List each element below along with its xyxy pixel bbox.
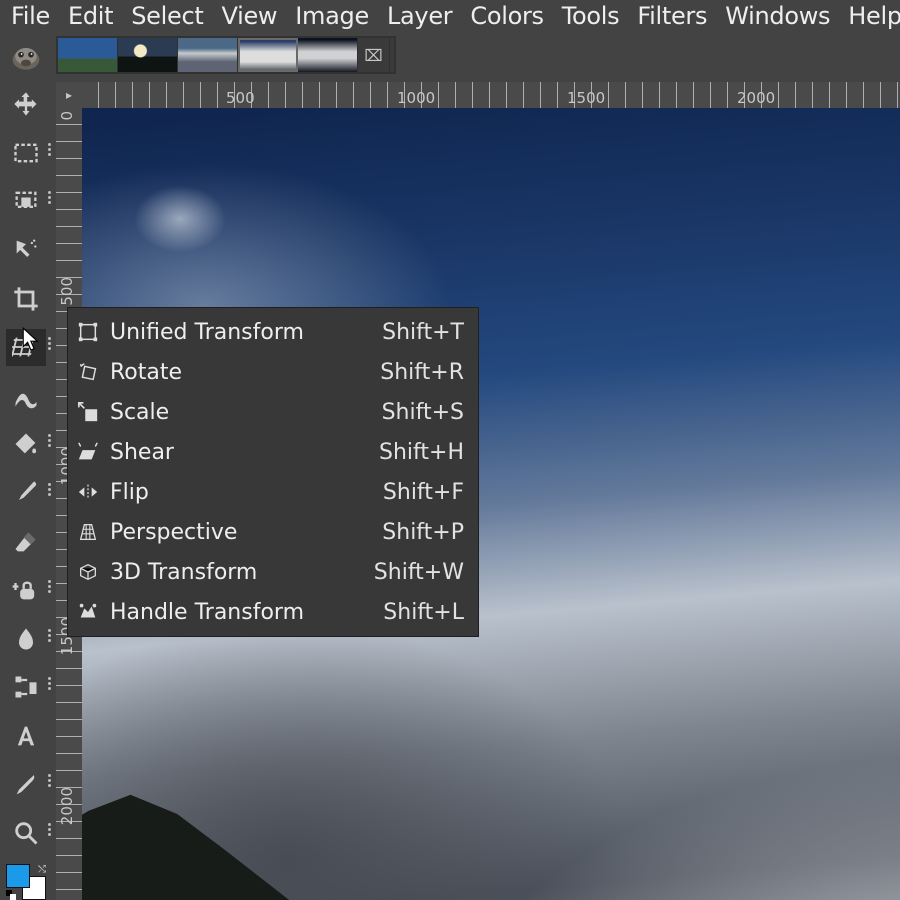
tool-paintbrush[interactable] (6, 475, 46, 512)
menu-filters[interactable]: Filters (628, 0, 716, 33)
tool-text[interactable] (6, 718, 46, 755)
tool-rect-select[interactable] (6, 135, 46, 172)
close-tab-button[interactable]: ⌧ (358, 38, 390, 72)
menu-item-label: Flip (110, 480, 375, 505)
document-tab-4[interactable] (238, 38, 298, 72)
menu-item-label: 3D Transform (110, 560, 366, 585)
menu-item-accel: Shift+S (382, 400, 464, 425)
menu-help[interactable]: Help (839, 0, 900, 33)
menu-item-scale[interactable]: Scale Shift+S (68, 392, 478, 432)
scale-icon (74, 398, 102, 426)
transform-tools-menu: Unified Transform Shift+T Rotate Shift+R… (67, 307, 479, 637)
menu-item-label: Shear (110, 440, 371, 465)
tool-move[interactable] (6, 86, 46, 123)
menu-item-accel: Shift+H (379, 440, 464, 465)
ruler-h-label: 1500 (567, 89, 605, 107)
toolbox: ⤭ (0, 80, 52, 900)
menu-item-accel: Shift+P (382, 520, 464, 545)
menu-item-3d-transform[interactable]: 3D Transform Shift+W (68, 552, 478, 592)
menu-item-shear[interactable]: Shear Shift+H (68, 432, 478, 472)
tool-clone[interactable] (6, 572, 46, 609)
menu-item-label: Scale (110, 400, 374, 425)
menu-item-handle-transform[interactable]: Handle Transform Shift+L (68, 592, 478, 632)
ruler-h-label: 2000 (737, 89, 775, 107)
rotate-icon (74, 358, 102, 386)
menu-item-label: Rotate (110, 360, 372, 385)
document-tab-2[interactable] (118, 38, 178, 72)
tool-path[interactable] (6, 669, 46, 706)
menu-item-unified-transform[interactable]: Unified Transform Shift+T (68, 312, 478, 352)
menu-edit[interactable]: Edit (59, 0, 122, 33)
menu-item-rotate[interactable]: Rotate Shift+R (68, 352, 478, 392)
ruler-v-label: 500 (58, 277, 76, 306)
document-tab-5[interactable] (298, 38, 358, 72)
menu-item-accel: Shift+W (374, 560, 464, 585)
tool-zoom[interactable] (6, 815, 46, 852)
menu-view[interactable]: View (213, 0, 287, 33)
unified-transform-icon (74, 318, 102, 346)
tool-eraser[interactable] (6, 523, 46, 560)
menu-tools[interactable]: Tools (553, 0, 629, 33)
menu-bar: File Edit Select View Image Layer Colors… (0, 0, 900, 33)
tool-fuzzy-select[interactable] (6, 232, 46, 269)
ruler-origin-toggle[interactable]: ▸ (56, 82, 82, 108)
tool-free-select[interactable] (6, 183, 46, 220)
menu-item-label: Perspective (110, 520, 374, 545)
ruler-horizontal[interactable]: 500 1000 1500 2000 (82, 82, 900, 108)
menu-windows[interactable]: Windows (716, 0, 839, 33)
menu-item-label: Unified Transform (110, 320, 374, 345)
menu-item-accel: Shift+L (383, 600, 464, 625)
tool-bucket-fill[interactable] (6, 426, 46, 463)
menu-item-accel: Shift+T (382, 320, 464, 345)
menu-item-perspective[interactable]: Perspective Shift+P (68, 512, 478, 552)
tool-transform[interactable] (6, 329, 46, 366)
shear-icon (74, 438, 102, 466)
color-chip[interactable]: ⤭ (6, 864, 46, 900)
foreground-color-swatch[interactable] (6, 864, 30, 888)
ruler-v-label: 2000 (58, 787, 76, 825)
swap-colors-icon[interactable]: ⤭ (38, 864, 46, 875)
tool-crop[interactable] (6, 280, 46, 317)
menu-image[interactable]: Image (286, 0, 378, 33)
menu-item-accel: Shift+F (383, 480, 464, 505)
menu-select[interactable]: Select (122, 0, 212, 33)
menu-item-flip[interactable]: Flip Shift+F (68, 472, 478, 512)
document-tabs: ⌧ (56, 36, 900, 80)
perspective-icon (74, 518, 102, 546)
close-icon: ⌧ (364, 46, 382, 65)
ruler-v-label: 0 (58, 111, 76, 121)
menu-item-label: Handle Transform (110, 600, 375, 625)
document-tab-3[interactable] (178, 38, 238, 72)
menu-layer[interactable]: Layer (378, 0, 461, 33)
document-tab-1[interactable] (58, 38, 118, 72)
default-colors-icon[interactable] (6, 890, 16, 900)
menu-colors[interactable]: Colors (461, 0, 552, 33)
app-logo-icon (2, 36, 50, 80)
flip-icon (74, 478, 102, 506)
menu-item-accel: Shift+R (380, 360, 464, 385)
handle-transform-icon (74, 598, 102, 626)
menu-file[interactable]: File (2, 0, 59, 33)
ruler-h-label: 1000 (397, 89, 435, 107)
tool-warp[interactable] (6, 378, 46, 415)
tool-color-picker[interactable] (6, 766, 46, 803)
cube-3d-icon (74, 558, 102, 586)
ruler-h-label: 500 (226, 89, 255, 107)
tool-smudge[interactable] (6, 621, 46, 658)
